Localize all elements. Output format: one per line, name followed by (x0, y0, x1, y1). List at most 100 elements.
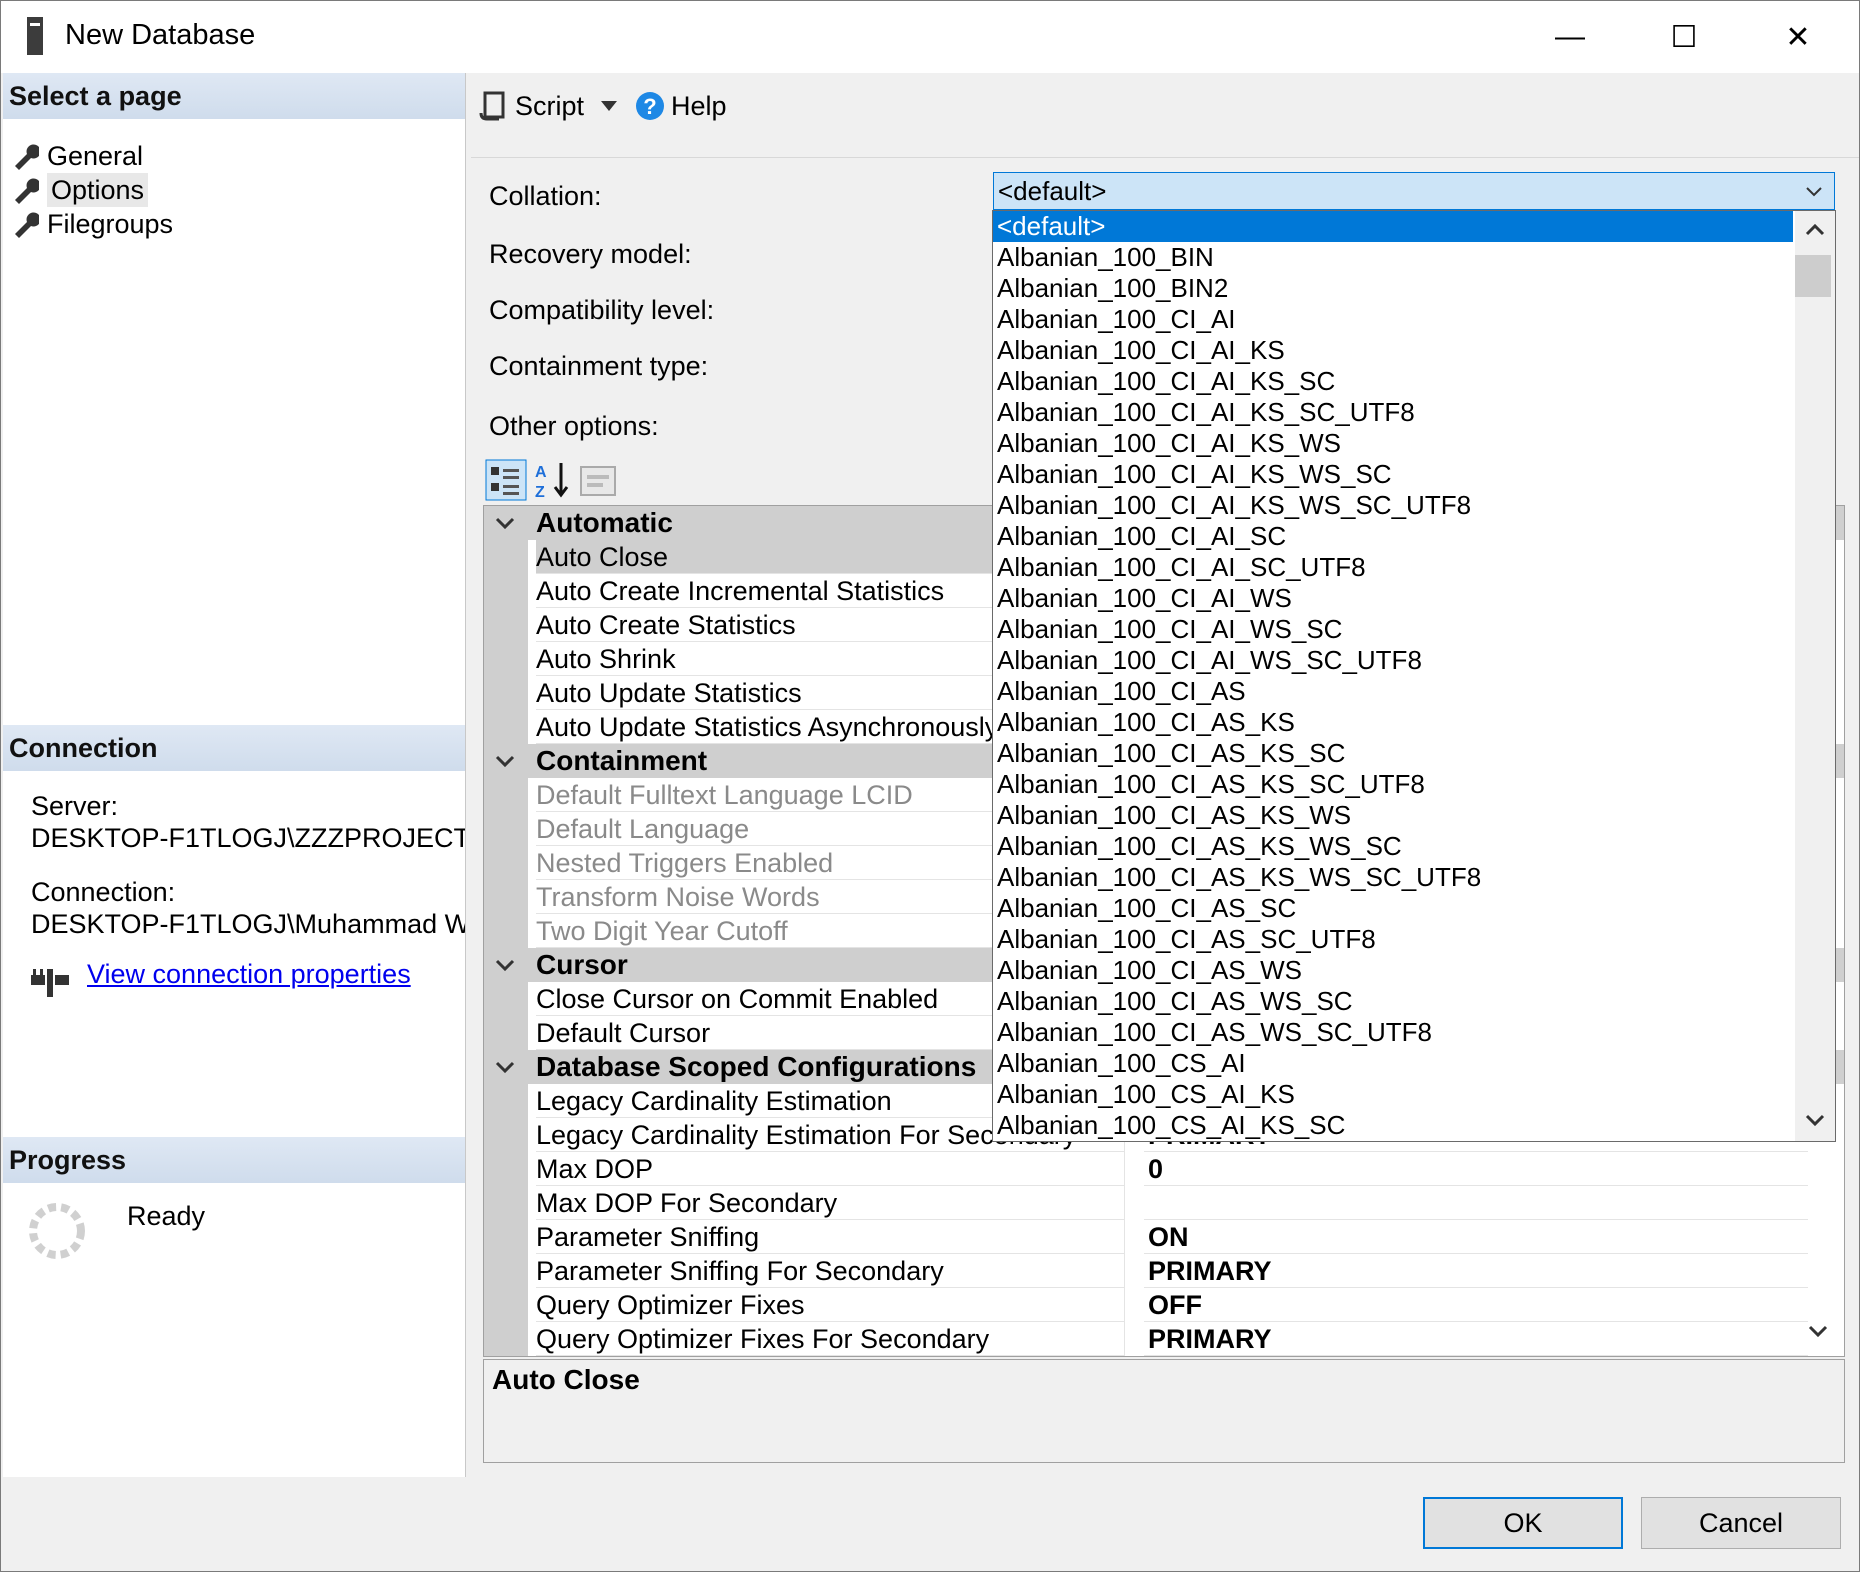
dropdown-option[interactable]: Albanian_100_CI_AS_KS_SC (993, 738, 1793, 769)
chevron-down-icon[interactable] (494, 512, 516, 534)
dropdown-option[interactable]: Albanian_100_CI_AS_SC_UTF8 (993, 924, 1793, 955)
grid-row-gutter (484, 846, 528, 880)
dropdown-option[interactable]: Albanian_100_CI_AS_KS_WS_SC (993, 831, 1793, 862)
page-item-options[interactable]: Options (11, 173, 149, 207)
dropdown-option[interactable]: Albanian_100_CI_AI_SC_UTF8 (993, 552, 1793, 583)
sort-alphabetical-icon[interactable]: A Z (531, 459, 573, 501)
progress-status: Ready (127, 1201, 206, 1231)
dropdown-option[interactable]: Albanian_100_CI_AI_WS_SC_UTF8 (993, 645, 1793, 676)
dropdown-scroll-thumb[interactable] (1795, 255, 1831, 297)
dropdown-option[interactable]: Albanian_100_CI_AI_KS_SC (993, 366, 1793, 397)
maximize-button[interactable]: ☐ (1629, 1, 1739, 73)
grid-row-gutter (484, 642, 528, 676)
grid-row-gutter (484, 1118, 528, 1152)
description-panel: Auto Close (483, 1359, 1845, 1463)
compatibility-level-label: Compatibility level: (489, 295, 715, 325)
containment-type-label: Containment type: (489, 351, 709, 381)
chevron-up-icon[interactable] (1803, 219, 1827, 239)
view-connection-properties-link[interactable]: View connection properties (87, 959, 411, 990)
progress-header: Progress (3, 1137, 465, 1183)
cancel-button[interactable]: Cancel (1641, 1497, 1841, 1549)
dropdown-option[interactable]: Albanian_100_CI_AI_KS_WS (993, 428, 1793, 459)
help-label: Help (671, 91, 727, 121)
grid-property-row[interactable]: Query Optimizer Fixes For Secondary PRIMA… (484, 1322, 1844, 1356)
grid-property-value[interactable]: ON (1144, 1220, 1808, 1254)
page-item-label: Options (47, 173, 149, 207)
categorized-view-icon[interactable] (485, 459, 527, 501)
wrench-icon (15, 212, 39, 238)
script-button[interactable]: Script (479, 81, 584, 131)
other-options-label: Other options: (489, 411, 659, 441)
dropdown-option[interactable]: Albanian_100_CI_AI_KS_SC_UTF8 (993, 397, 1793, 428)
chevron-down-icon[interactable] (1806, 1319, 1830, 1343)
grid-row-gutter (484, 1288, 528, 1322)
close-button[interactable]: ✕ (1743, 1, 1853, 73)
dropdown-option[interactable]: Albanian_100_CI_AS_KS_WS_SC_UTF8 (993, 862, 1793, 893)
minimize-button[interactable]: — (1515, 1, 1625, 73)
description-title: Auto Close (492, 1364, 640, 1395)
grid-property-value[interactable]: 0 (1144, 1152, 1808, 1186)
chevron-down-icon (1806, 187, 1822, 197)
server-value: DESKTOP-F1TLOGJ\ZZZPROJECTS (31, 823, 465, 853)
page-item-filegroups[interactable]: Filegroups (11, 207, 173, 241)
maximize-icon: ☐ (1670, 20, 1698, 54)
chevron-down-icon[interactable] (494, 750, 516, 772)
dropdown-option[interactable]: Albanian_100_CI_AS_WS_SC_UTF8 (993, 1017, 1793, 1048)
window-title: New Database (65, 19, 256, 51)
collation-select[interactable]: <default> (993, 172, 1835, 210)
close-icon: ✕ (1785, 20, 1811, 54)
dropdown-option[interactable]: Albanian_100_BIN (993, 242, 1793, 273)
script-icon (479, 91, 505, 121)
dropdown-option[interactable]: Albanian_100_CI_AI_SC (993, 521, 1793, 552)
ok-button[interactable]: OK (1423, 1497, 1623, 1549)
grid-row-gutter (484, 676, 528, 710)
dropdown-option[interactable]: Albanian_100_CI_AS_WS_SC (993, 986, 1793, 1017)
chevron-down-icon[interactable] (1803, 1111, 1827, 1131)
recovery-model-label: Recovery model: (489, 239, 692, 269)
grid-property-row[interactable]: Max DOP For Secondary (484, 1186, 1844, 1220)
chevron-down-icon[interactable] (494, 954, 516, 976)
dropdown-option[interactable]: Albanian_100_CI_AI_WS (993, 583, 1793, 614)
grid-property-row[interactable]: Max DOP 0 (484, 1152, 1844, 1186)
collation-selected-value: <default> (998, 176, 1107, 206)
dropdown-option[interactable]: Albanian_100_BIN2 (993, 273, 1793, 304)
grid-property-row[interactable]: Query Optimizer Fixes OFF (484, 1288, 1844, 1322)
chevron-down-icon[interactable] (599, 99, 619, 113)
dropdown-option[interactable]: Albanian_100_CI_AS_KS_WS (993, 800, 1793, 831)
property-pages-icon[interactable] (577, 459, 619, 501)
help-button[interactable]: ? Help (635, 81, 727, 131)
grid-row-gutter (484, 574, 528, 608)
page-item-general[interactable]: General (11, 139, 143, 173)
dropdown-option[interactable]: Albanian_100_CI_AS_KS (993, 707, 1793, 738)
dropdown-scrollbar[interactable] (1795, 211, 1835, 1141)
dropdown-option[interactable]: Albanian_100_CI_AI (993, 304, 1793, 335)
grid-row-gutter (484, 880, 528, 914)
grid-property-value[interactable] (1144, 1186, 1808, 1220)
dropdown-option[interactable]: Albanian_100_CI_AI_KS_WS_SC (993, 459, 1793, 490)
chevron-down-icon[interactable] (494, 1056, 516, 1078)
title-bar: New Database — ☐ ✕ (1, 1, 1859, 73)
grid-row-gutter (484, 540, 528, 574)
dropdown-option[interactable]: Albanian_100_CI_AI_KS_WS_SC_UTF8 (993, 490, 1793, 521)
dropdown-option[interactable]: Albanian_100_CI_AS (993, 676, 1793, 707)
svg-text:?: ? (643, 94, 656, 119)
grid-property-row[interactable]: Parameter Sniffing ON (484, 1220, 1844, 1254)
grid-property-value[interactable]: PRIMARY (1144, 1254, 1808, 1288)
dropdown-option[interactable]: Albanian_100_CI_AS_SC (993, 893, 1793, 924)
collation-dropdown-list[interactable]: <default> Albanian_100_BIN Albanian_100_BI… (992, 210, 1836, 1142)
dropdown-option[interactable]: Albanian_100_CI_AI_KS (993, 335, 1793, 366)
grid-row-gutter (484, 710, 528, 744)
server-label: Server: (31, 791, 119, 821)
grid-row-gutter (484, 812, 528, 846)
dropdown-option[interactable]: Albanian_100_CI_AI_WS_SC (993, 614, 1793, 645)
grid-row-gutter (484, 1016, 528, 1050)
dropdown-option[interactable]: Albanian_100_CI_AS_WS (993, 955, 1793, 986)
grid-property-value[interactable]: PRIMARY (1144, 1322, 1808, 1356)
dropdown-option[interactable]: Albanian_100_CI_AS_KS_SC_UTF8 (993, 769, 1793, 800)
dropdown-option[interactable]: Albanian_100_CS_AI_KS_SC (993, 1110, 1793, 1141)
grid-property-row[interactable]: Parameter Sniffing For Secondary PRIMARY (484, 1254, 1844, 1288)
dropdown-option[interactable]: Albanian_100_CS_AI_KS (993, 1079, 1793, 1110)
dropdown-option[interactable]: <default> (993, 211, 1793, 242)
dropdown-option[interactable]: Albanian_100_CS_AI (993, 1048, 1793, 1079)
grid-property-value[interactable]: OFF (1144, 1288, 1808, 1322)
